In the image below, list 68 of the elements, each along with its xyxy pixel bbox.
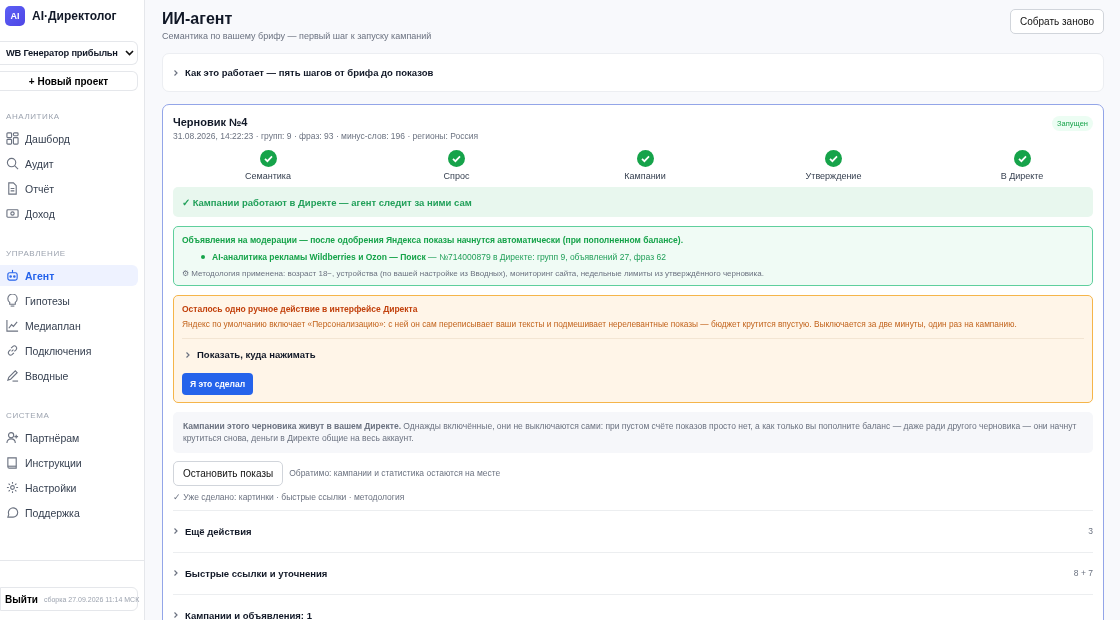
sidebar-item[interactable]: Инструкции	[0, 452, 138, 473]
already-done-note: ✓ Уже сделано: картинки · быстрые ссылки · методология	[173, 491, 406, 502]
search-icon	[6, 157, 19, 170]
chevron-right-icon	[173, 528, 179, 535]
sidebar-item[interactable]: Дашборд	[0, 128, 138, 149]
page-subtitle: Семантика по вашему брифу — первый шаг к запуску кампаний	[162, 31, 432, 41]
sidebar-item[interactable]: Агент	[0, 265, 138, 286]
gear-icon	[6, 481, 19, 494]
sidebar-item[interactable]: Медиаплан	[0, 315, 138, 336]
pen-icon	[6, 369, 19, 382]
step-label: Спрос	[443, 171, 470, 181]
sidebar-item[interactable]: Партнёрам	[0, 427, 138, 448]
step-label: Семантика	[245, 171, 291, 181]
sidebar-heading: АНАЛИТИКА	[6, 112, 61, 121]
chevron-right-icon	[185, 351, 191, 358]
step-label: Утверждение	[805, 171, 862, 181]
running-banner: ✓ Кампании работают в Директе — агент следит за ними сам	[173, 187, 1093, 217]
rebuild-button[interactable]: Собрать заново	[1010, 9, 1104, 34]
bot-icon	[6, 269, 19, 282]
new-project-button[interactable]: + Новый проект	[0, 71, 138, 91]
sidebar-item[interactable]: Доход	[0, 203, 138, 224]
sidebar-item[interactable]: Подключения	[0, 340, 138, 361]
project-select[interactable]: WB Генератор прибыльн	[0, 41, 138, 65]
how-it-works-toggle[interactable]: Как это работает — пять шагов от брифа до показов	[162, 53, 1104, 92]
step-label: В Директе	[1000, 171, 1044, 181]
app-name: AI·Директолог	[32, 9, 117, 23]
sidebar-item[interactable]: Отчёт	[0, 178, 138, 199]
chevron-down-icon	[125, 50, 134, 56]
manual-action-text: Яндекс по умолчанию включает «Персонализацию»: с ней он сам переписывает ваши тексты и подмешивает нерелевантные показы — бюджет крутится впустую. Выключается за две минуты, один раз на кампанию.	[182, 319, 1084, 339]
bullet-icon	[201, 255, 205, 259]
sidebar-item[interactable]: Вводные	[0, 365, 138, 386]
chat-icon	[6, 506, 19, 519]
sidebar-item[interactable]: Настройки	[0, 477, 138, 498]
section-toggle[interactable]: Кампании и объявления: 1	[173, 593, 1093, 620]
sidebar-heading: СИСТЕМА	[6, 411, 51, 420]
user-icon	[6, 431, 19, 444]
show-where-toggle[interactable]: Показать, куда нажимать	[185, 349, 1084, 360]
link-icon	[6, 344, 19, 357]
chart-icon	[6, 319, 19, 332]
draft-title: Черновик №4	[173, 116, 249, 128]
chevron-right-icon	[173, 612, 179, 619]
manual-action-title: Осталось одно ручное действие в интерфейсе Директа	[182, 304, 419, 314]
section-toggle[interactable]: Ещё действия 3	[173, 509, 1093, 552]
sidebar-item[interactable]: Гипотезы	[0, 290, 138, 311]
step-label: Кампании	[624, 171, 666, 181]
chevron-right-icon	[173, 69, 179, 76]
campaign-details: — №714000879 в Директе: групп 9, объявлений 27, фраз 62	[427, 252, 666, 262]
chevron-right-icon	[173, 570, 179, 577]
app-logo: AI	[5, 6, 25, 26]
grid-icon	[6, 132, 19, 145]
done-button[interactable]: Я это сделал	[182, 373, 254, 395]
stop-ads-button[interactable]: Остановить показы	[173, 460, 284, 486]
info-note: Кампании этого черновика живут в вашем Директе. Однажды включённые, они не выключаются сами: при пустом счёте показов просто нет, а как только вы пополните баланс — даже ради другого черновика — они начнут крутиться снова, деньги в Директе общие на весь аккаунт.	[173, 412, 1093, 453]
bulb-icon	[6, 294, 19, 307]
sidebar-item[interactable]: Поддержка	[0, 502, 138, 523]
doc-icon	[6, 182, 19, 195]
campaign-name: AI-аналитика рекламы Wildberries и Ozon — Поиск	[212, 252, 426, 262]
page-title: ИИ-агент	[162, 10, 234, 28]
sidebar-item[interactable]: Аудит	[0, 153, 138, 174]
moderation-title: Объявления на модерации — после одобрения Яндекса показы начнутся автоматически (при пополненном балансе).	[182, 235, 684, 245]
section-toggle[interactable]: Быстрые ссылки и уточнения 8 + 7	[173, 551, 1093, 594]
draft-meta: 31.08.2026, 14:22:23 · групп: 9 · фраз: 93 · минус-слов: 196 · регионы: Россия	[173, 131, 479, 141]
stop-hint: Обратимо: кампании и статистика остаются на месте	[289, 468, 501, 479]
logout-button[interactable]: Выйти	[5, 593, 38, 605]
sidebar-heading: УПРАВЛЕНИЕ	[6, 249, 67, 258]
book-icon	[6, 456, 19, 469]
methodology-note: ⚙ Методология применена: возраст 18−, устройства (по вашей настройке из Вводных), мониторинг сайта, недельные лимиты из утверждённого черновика.	[182, 269, 765, 278]
cash-icon	[6, 207, 19, 220]
